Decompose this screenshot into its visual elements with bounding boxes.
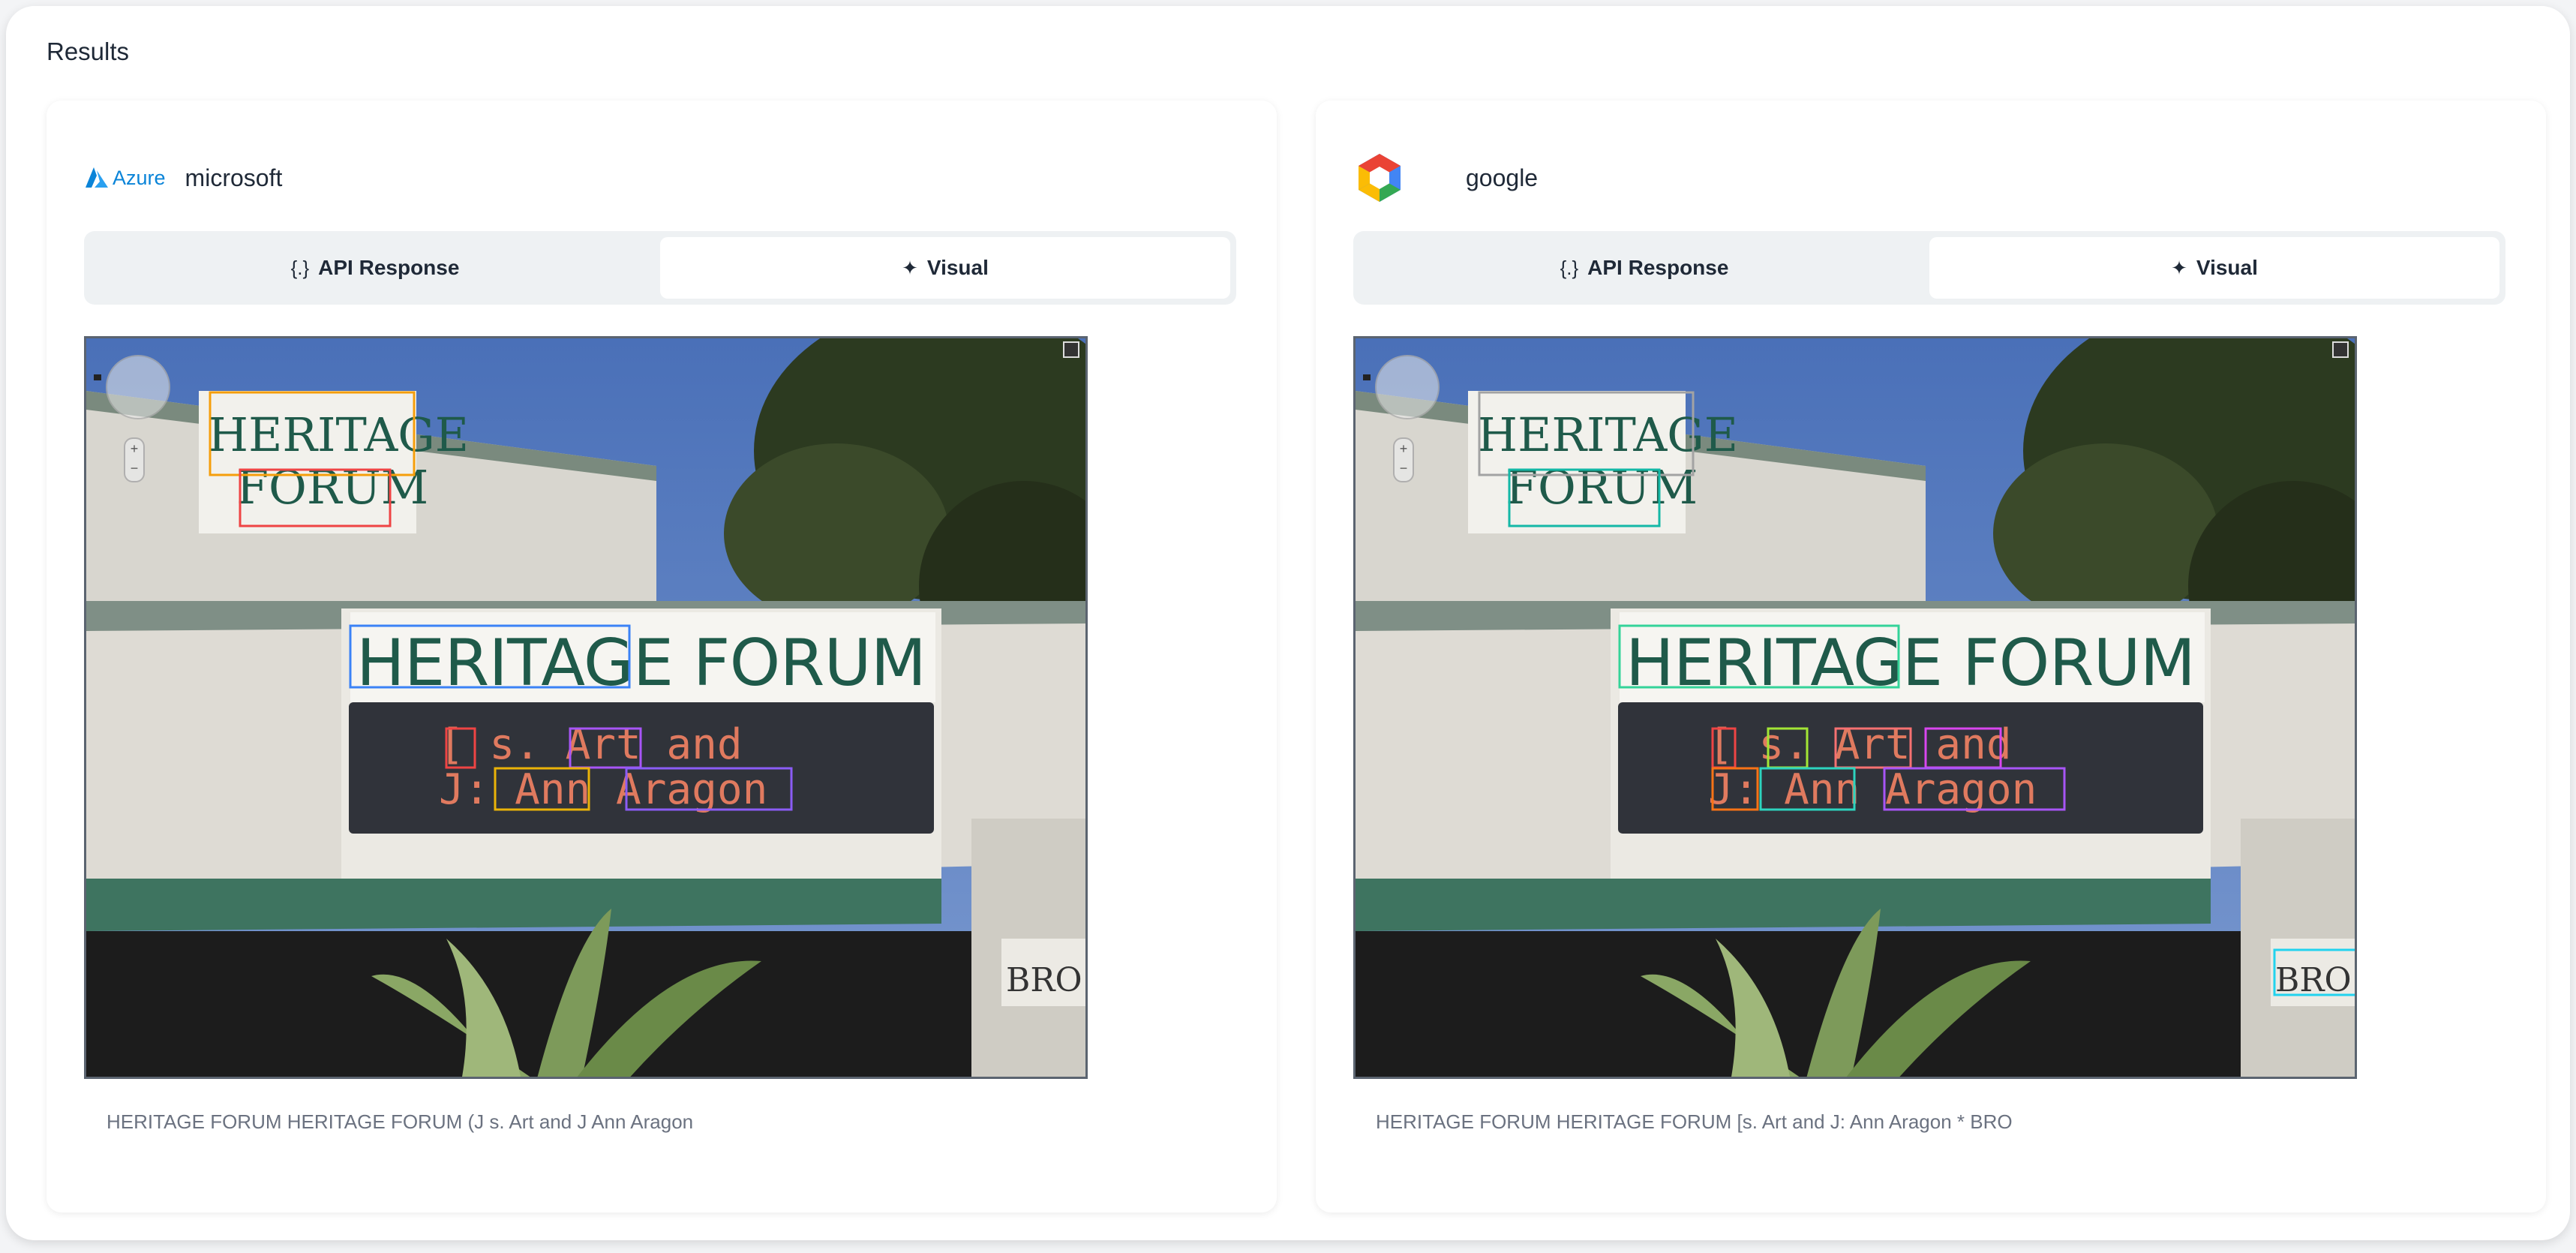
sparkle-icon: ✦ bbox=[902, 256, 918, 279]
provider-name: microsoft bbox=[185, 164, 283, 191]
tab-api-response[interactable]: {.} API Response bbox=[90, 237, 660, 299]
azure-logo-text: Azure bbox=[113, 166, 166, 189]
azure-icon bbox=[86, 167, 108, 188]
home-icon[interactable] bbox=[1363, 374, 1371, 380]
small-sign-line1: HERITAGE bbox=[208, 407, 469, 462]
small-sign-line2: FORUM bbox=[1506, 460, 1698, 515]
tab-label: API Response bbox=[1587, 256, 1729, 279]
image-viewer[interactable]: HERITAGE FORUM HERITAGE FORUM [ s. Art a… bbox=[1353, 336, 2357, 1079]
tab-api-response[interactable]: {.} API Response bbox=[1359, 237, 1929, 299]
fullscreen-icon[interactable] bbox=[2332, 341, 2349, 358]
azure-logo: Azure bbox=[84, 167, 166, 190]
ocr-scene-image: HERITAGE FORUM HERITAGE FORUM [ s. Art a… bbox=[1356, 338, 2355, 1077]
side-sign-text: BRO bbox=[1006, 961, 1082, 999]
side-sign-text: BRO bbox=[2275, 961, 2352, 999]
marquee-line2: J: Ann Aragon bbox=[439, 765, 767, 814]
zoom-control[interactable]: + − bbox=[1393, 437, 1414, 482]
tab-label: API Response bbox=[318, 256, 460, 279]
braces-icon: {.} bbox=[1560, 256, 1579, 279]
provider-name: google bbox=[1466, 164, 1539, 191]
tab-label: Visual bbox=[926, 256, 989, 279]
panel-header: google bbox=[1353, 146, 1538, 210]
provider-panel-microsoft: Azure microsoft {.} API Response ✦ Visua… bbox=[47, 101, 1277, 1212]
big-sign-text: HERITAGE FORUM bbox=[1626, 626, 2196, 701]
zoom-control[interactable]: + − bbox=[124, 437, 145, 482]
ocr-scene-image: HERITAGE FORUM HERITAGE FORUM [ s. Art a… bbox=[86, 338, 1085, 1077]
fullscreen-icon[interactable] bbox=[1063, 341, 1079, 358]
small-sign-line1: HERITAGE bbox=[1477, 407, 1738, 462]
braces-icon: {.} bbox=[290, 256, 310, 279]
ocr-result-text: HERITAGE FORUM HERITAGE FORUM (J s. Art … bbox=[107, 1110, 694, 1133]
pan-control[interactable] bbox=[106, 355, 170, 419]
results-container: Results Azure microsoft {.} API Response… bbox=[6, 6, 2570, 1240]
big-sign-text: HERITAGE FORUM bbox=[356, 626, 926, 701]
view-tabs: {.} API Response ✦ Visual bbox=[84, 231, 1236, 305]
provider-panel-google: google {.} API Response ✦ Visual HERITAG… bbox=[1316, 101, 2546, 1212]
tab-visual[interactable]: ✦ Visual bbox=[1929, 237, 2499, 299]
google-cloud-icon bbox=[1359, 154, 1401, 202]
results-title: Results bbox=[47, 38, 130, 65]
ocr-result-text: HERITAGE FORUM HERITAGE FORUM [s. Art an… bbox=[1376, 1110, 2013, 1133]
sparkle-icon: ✦ bbox=[2171, 256, 2187, 279]
tab-visual[interactable]: ✦ Visual bbox=[660, 237, 1230, 299]
image-viewer[interactable]: HERITAGE FORUM HERITAGE FORUM [ s. Art a… bbox=[84, 336, 1088, 1079]
home-icon[interactable] bbox=[94, 374, 101, 380]
tab-label: Visual bbox=[2196, 256, 2258, 279]
panel-header: Azure microsoft bbox=[84, 146, 282, 210]
view-tabs: {.} API Response ✦ Visual bbox=[1353, 231, 2505, 305]
pan-control[interactable] bbox=[1375, 355, 1440, 419]
small-sign-line2: FORUM bbox=[236, 460, 428, 515]
